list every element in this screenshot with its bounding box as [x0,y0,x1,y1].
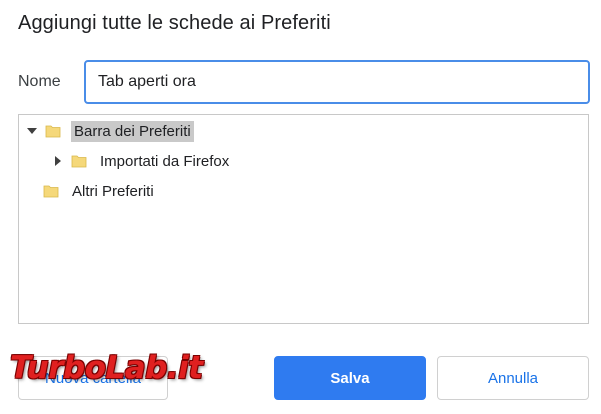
tree-item-imported-firefox[interactable]: Importati da Firefox [51,149,232,173]
expand-arrow-down-icon[interactable] [25,124,39,138]
folder-icon [43,183,59,199]
tree-item-label: Importati da Firefox [100,152,230,170]
name-label: Nome [18,73,61,90]
expand-arrow-right-icon[interactable] [51,154,65,168]
tree-item-label: Altri Preferiti [72,182,154,200]
dialog-title: Aggiungi tutte le schede ai Preferiti [18,12,331,34]
tree-item-label: Barra dei Preferiti [71,120,194,142]
new-folder-button[interactable]: Nuova cartella [18,356,168,400]
folder-icon [71,153,87,169]
folder-tree[interactable]: Barra dei Preferiti Importati da Firefox… [18,114,589,324]
folder-icon [45,123,61,139]
cancel-button[interactable]: Annulla [437,356,589,400]
save-button[interactable]: Salva [274,356,426,400]
add-all-tabs-dialog: Aggiungi tutte le schede ai Preferiti No… [0,0,601,414]
tree-item-bookmarks-bar[interactable]: Barra dei Preferiti [25,119,194,143]
name-input[interactable] [84,60,590,104]
tree-item-other-bookmarks[interactable]: Altri Preferiti [43,179,157,203]
